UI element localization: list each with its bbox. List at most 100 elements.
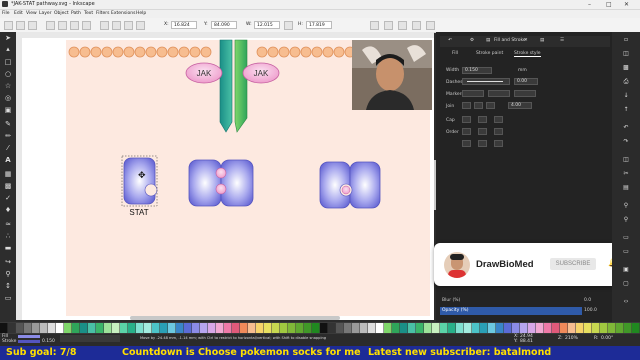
palette-swatch[interactable] <box>336 323 344 333</box>
import-icon[interactable]: ↓ <box>622 92 630 100</box>
miter-limit-field[interactable]: 4.00 <box>508 102 532 109</box>
order-option-4-icon[interactable] <box>462 140 471 147</box>
redo-icon[interactable]: ↷ <box>622 138 630 146</box>
palette-swatch[interactable] <box>88 323 96 333</box>
stroke-swatch[interactable] <box>18 340 40 343</box>
blur-value[interactable]: 0.0 <box>584 298 591 303</box>
palette-swatch[interactable] <box>472 323 480 333</box>
stat-monomer[interactable] <box>121 155 158 207</box>
save-icon[interactable]: ▩ <box>622 64 630 72</box>
palette-swatch[interactable] <box>216 323 224 333</box>
palette-swatch[interactable] <box>208 323 216 333</box>
palette-swatch[interactable] <box>312 323 320 333</box>
print-icon[interactable]: ⎙ <box>622 78 630 86</box>
palette-swatch[interactable] <box>440 323 448 333</box>
width-field[interactable]: 0.150 <box>462 67 492 74</box>
palette-swatch[interactable] <box>280 323 288 333</box>
palette-swatch[interactable] <box>488 323 496 333</box>
horizontal-scrollbar[interactable] <box>130 316 340 320</box>
dock-tab-icon-1[interactable]: ↶ <box>448 38 452 43</box>
dock-tab-icon-4[interactable]: ☰ <box>560 38 564 43</box>
cut-icon[interactable]: ✂ <box>622 170 630 178</box>
palette-swatch[interactable] <box>360 323 368 333</box>
palette-swatch[interactable] <box>248 323 256 333</box>
palette-swatch[interactable] <box>512 323 520 333</box>
marker-end-select[interactable] <box>514 90 536 97</box>
palette-swatch[interactable] <box>352 323 360 333</box>
palette-swatch[interactable] <box>256 323 264 333</box>
palette-swatch[interactable] <box>368 323 376 333</box>
palette-swatch[interactable] <box>584 323 592 333</box>
xml-editor-icon[interactable]: ‹› <box>622 298 630 306</box>
palette-swatch[interactable] <box>152 323 160 333</box>
palette-swatch[interactable] <box>160 323 168 333</box>
palette-swatch[interactable] <box>72 323 80 333</box>
marker-mid-select[interactable] <box>488 90 510 97</box>
palette-swatch[interactable] <box>616 323 624 333</box>
palette-swatch[interactable] <box>592 323 600 333</box>
palette-swatch[interactable] <box>416 323 424 333</box>
palette-swatch[interactable] <box>80 323 88 333</box>
join-round-icon[interactable] <box>474 102 483 109</box>
layer-selector[interactable] <box>60 335 120 342</box>
group-icon[interactable]: ▣ <box>622 266 630 274</box>
duplicate-icon[interactable]: ▭ <box>622 234 630 242</box>
stat-dimer[interactable] <box>319 161 381 209</box>
join-bevel-icon[interactable] <box>486 102 495 109</box>
palette-swatch[interactable] <box>432 323 440 333</box>
ungroup-icon[interactable]: ▢ <box>622 280 630 288</box>
palette-swatch[interactable] <box>608 323 616 333</box>
palette-swatch[interactable] <box>504 323 512 333</box>
palette-swatch[interactable] <box>96 323 104 333</box>
palette-swatch[interactable] <box>296 323 304 333</box>
clone-icon[interactable]: ▭ <box>622 248 630 256</box>
subscribe-button[interactable]: SUBSCRIBE <box>550 258 596 270</box>
palette-swatch[interactable] <box>520 323 528 333</box>
order-option-5-icon[interactable] <box>478 140 487 147</box>
palette-swatch[interactable] <box>144 323 152 333</box>
zoom-drawing-icon[interactable]: ⚲ <box>622 216 630 224</box>
palette-swatch[interactable] <box>48 323 56 333</box>
palette-swatch[interactable] <box>568 323 576 333</box>
copy-icon[interactable]: ◫ <box>622 156 630 164</box>
palette-swatch[interactable] <box>400 323 408 333</box>
palette-swatch[interactable] <box>528 323 536 333</box>
palette-swatch[interactable] <box>0 323 8 333</box>
order-option-1-icon[interactable] <box>462 128 471 135</box>
paste-icon[interactable]: ▤ <box>622 184 630 192</box>
palette-swatch[interactable] <box>264 323 272 333</box>
palette-swatch[interactable] <box>560 323 568 333</box>
stroke-style-subtab[interactable]: Stroke style <box>514 51 541 57</box>
palette-swatch[interactable] <box>536 323 544 333</box>
palette-swatch[interactable] <box>344 323 352 333</box>
dock-tab-icon-2[interactable]: ⚙ <box>470 38 474 43</box>
palette-swatch[interactable] <box>600 323 608 333</box>
palette-swatch[interactable] <box>120 323 128 333</box>
palette-swatch[interactable] <box>176 323 184 333</box>
palette-swatch[interactable] <box>408 323 416 333</box>
palette-swatch[interactable] <box>632 323 640 333</box>
palette-swatch[interactable] <box>16 323 24 333</box>
cap-round-icon[interactable] <box>478 116 487 123</box>
palette-swatch[interactable] <box>576 323 584 333</box>
palette-swatch[interactable] <box>544 323 552 333</box>
palette-swatch[interactable] <box>128 323 136 333</box>
palette-swatch[interactable] <box>448 323 456 333</box>
palette-swatch[interactable] <box>624 323 632 333</box>
palette-swatch[interactable] <box>376 323 384 333</box>
palette-swatch[interactable] <box>496 323 504 333</box>
palette-swatch[interactable] <box>24 323 32 333</box>
palette-swatch[interactable] <box>112 323 120 333</box>
palette-swatch[interactable] <box>8 323 16 333</box>
palette-swatch[interactable] <box>456 323 464 333</box>
order-option-3-icon[interactable] <box>494 128 503 135</box>
rotation-value[interactable]: 0.00° <box>601 336 613 341</box>
palette-swatch[interactable] <box>200 323 208 333</box>
zoom-value[interactable]: 210% <box>565 336 578 341</box>
export-icon[interactable]: ↑ <box>622 106 630 114</box>
fill-stroke-tab-icon[interactable]: ▤ <box>486 38 490 43</box>
palette-swatch[interactable] <box>272 323 280 333</box>
palette-swatch[interactable] <box>464 323 472 333</box>
order-option-6-icon[interactable] <box>494 140 503 147</box>
palette-swatch[interactable] <box>40 323 48 333</box>
